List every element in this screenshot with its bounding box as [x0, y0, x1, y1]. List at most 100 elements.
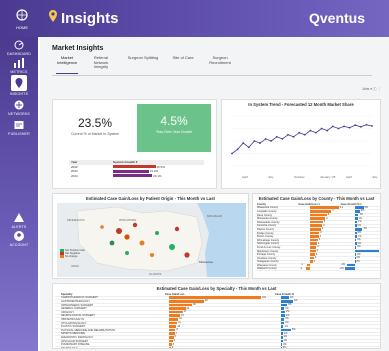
- case-gain-bar: [169, 321, 178, 325]
- table-row[interactable]: 2024 23.1%: [69, 174, 204, 179]
- case-growth-value: 0%: [357, 241, 362, 245]
- table-row[interactable]: Walworth County -1 -2%: [255, 266, 380, 272]
- case-gain-cell: 101: [165, 296, 275, 299]
- county-name: Dodge County: [257, 231, 274, 235]
- case-gain-value: 0: [326, 216, 328, 220]
- trend-point[interactable]: [231, 152, 233, 155]
- trend-point[interactable]: [242, 142, 245, 144]
- growth-bar: [113, 165, 156, 169]
- case-gain-value: 4: [173, 339, 176, 343]
- trend-point[interactable]: [275, 135, 278, 138]
- county-name: Sheboygan County: [257, 242, 280, 246]
- account-icon: [14, 231, 24, 241]
- case-growth-value: 0%: [356, 259, 360, 263]
- sidebar-item-insights[interactable]: INSIGHTS: [0, 75, 38, 96]
- trend-point[interactable]: [371, 125, 373, 127]
- specialty-name: NEUROLOGY: [61, 346, 78, 349]
- sidebar-item-dashboard[interactable]: DASHBOARD: [0, 39, 38, 56]
- trend-title: In System Trend - Forecasted 12 Month Ma…: [248, 102, 354, 107]
- column-header: Year: [71, 160, 78, 165]
- trend-point[interactable]: [354, 124, 357, 127]
- trend-point[interactable]: [247, 146, 250, 149]
- table-row[interactable]: NEUROLOGY 2 0%: [55, 346, 380, 349]
- tab-market-intelligence[interactable]: Market Intelligence: [52, 55, 82, 74]
- column-header[interactable]: Case Gain/Loss ▾: [298, 203, 340, 206]
- county-name: Marquette County: [257, 217, 278, 221]
- trend-point[interactable]: [337, 127, 340, 130]
- trend-point[interactable]: [259, 142, 261, 144]
- case-gain-cell: 2: [165, 346, 275, 348]
- trend-point[interactable]: [343, 125, 345, 128]
- map-card: Estimated Case Gain/Loss by Patient Orig…: [52, 193, 249, 279]
- column-header[interactable]: Case Gain/Loss: [165, 293, 275, 296]
- trend-point[interactable]: [309, 129, 312, 132]
- case-growth-value: -1%: [340, 263, 346, 267]
- trend-point[interactable]: [270, 140, 273, 142]
- sidebar-item-account[interactable]: ACCOUNT: [0, 230, 38, 247]
- kpi-growth: 4.5% Year-Over-Year Growth: [137, 104, 211, 152]
- trend-point[interactable]: [253, 140, 256, 142]
- column-header[interactable]: Case Growth %: [275, 293, 355, 296]
- column-header[interactable]: Case Growth % ▾: [341, 203, 380, 206]
- page-header-title: Insights: [61, 10, 119, 27]
- trend-point[interactable]: [298, 131, 301, 134]
- filter-select[interactable]: Jobs ▾: [362, 87, 372, 91]
- trend-point[interactable]: [326, 129, 329, 132]
- map-canvas: WISCONSIN MINNESOTA IOWA MICHIGAN ILLINO…: [57, 203, 246, 277]
- trend-point[interactable]: [281, 138, 284, 140]
- growth-label: 25.5%: [156, 164, 166, 169]
- trend-point[interactable]: [236, 148, 239, 151]
- tab-site-of-care[interactable]: Site of Care: [166, 55, 200, 72]
- more-icon[interactable]: ⋮: [378, 87, 382, 91]
- trend-point[interactable]: [331, 125, 334, 128]
- trend-point[interactable]: [292, 135, 295, 138]
- dashboard-icon: [14, 40, 24, 50]
- trend-point[interactable]: [264, 138, 267, 140]
- growth-cell: 23.1%: [113, 174, 173, 178]
- case-gain-value: 0: [316, 249, 319, 253]
- case-gain-cell: 0: [298, 245, 340, 249]
- case-gain-cell: 24: [165, 307, 275, 310]
- trend-point[interactable]: [348, 126, 351, 129]
- map-label: ILLINOIS: [149, 272, 161, 276]
- sidebar-item-publisher[interactable]: PUBLISHER: [0, 119, 38, 136]
- trend-point[interactable]: [287, 133, 289, 136]
- info-icon[interactable]: ⓘ: [373, 87, 377, 91]
- county-name: Langlade County: [257, 209, 277, 213]
- tab-surgeon-splitting[interactable]: Surgeon Splitting: [120, 55, 166, 72]
- case-gain-bar: [169, 325, 177, 328]
- trend-point[interactable]: [315, 131, 317, 134]
- case-gain-value: 0: [317, 245, 319, 249]
- map-label: MINNESOTA: [67, 218, 85, 222]
- case-gain-cell: 7: [165, 332, 275, 335]
- trend-point[interactable]: [359, 125, 362, 128]
- case-growth-value: 0%: [357, 238, 361, 242]
- specialty-name: GENERAL SURGERY: [61, 307, 87, 311]
- trend-point[interactable]: [365, 123, 368, 126]
- sidebar-item-alerts[interactable]: ALERTS: [0, 212, 38, 229]
- case-growth-cell: 0%: [341, 256, 380, 260]
- tab-referral-network-integrity[interactable]: Referral Network Integrity: [82, 55, 120, 72]
- sidebar-item-networks[interactable]: NETWORKS: [0, 99, 38, 116]
- trend-point[interactable]: [303, 133, 306, 136]
- case-gain-cell: 6: [165, 335, 275, 339]
- case-growth-value: 10%: [380, 249, 381, 252]
- trend-point[interactable]: [320, 127, 323, 130]
- main-content: Market Insights Market Intelligence Refe…: [40, 37, 389, 351]
- county-name: Portage County: [257, 253, 276, 257]
- app-logo-icon[interactable]: HOME: [3, 4, 41, 32]
- case-gain-value: -1: [299, 266, 302, 270]
- sidebar-item-label: ALERTS: [11, 225, 27, 229]
- sidebar-item-label: NETWORKS: [8, 112, 30, 116]
- trend-line: [231, 124, 373, 154]
- sidebar-item-metrics[interactable]: METRICS: [0, 57, 38, 74]
- specialty-name: OBSTETRICS/GYN: [61, 317, 84, 321]
- case-growth-bar: [281, 310, 285, 314]
- top-header: HOME Insights Qventus: [0, 0, 389, 37]
- patient-origin-map[interactable]: WISCONSIN MINNESOTA IOWA MICHIGAN ILLINO…: [57, 203, 246, 277]
- case-growth-cell: 2%: [275, 296, 355, 299]
- column-header[interactable]: System Growth ▾: [113, 160, 173, 164]
- county-name: Kenosha County: [257, 224, 277, 228]
- county-name: Manitowoc County: [257, 249, 279, 253]
- tab-surgeon-recruitment[interactable]: Surgeon Recruitment: [200, 55, 240, 72]
